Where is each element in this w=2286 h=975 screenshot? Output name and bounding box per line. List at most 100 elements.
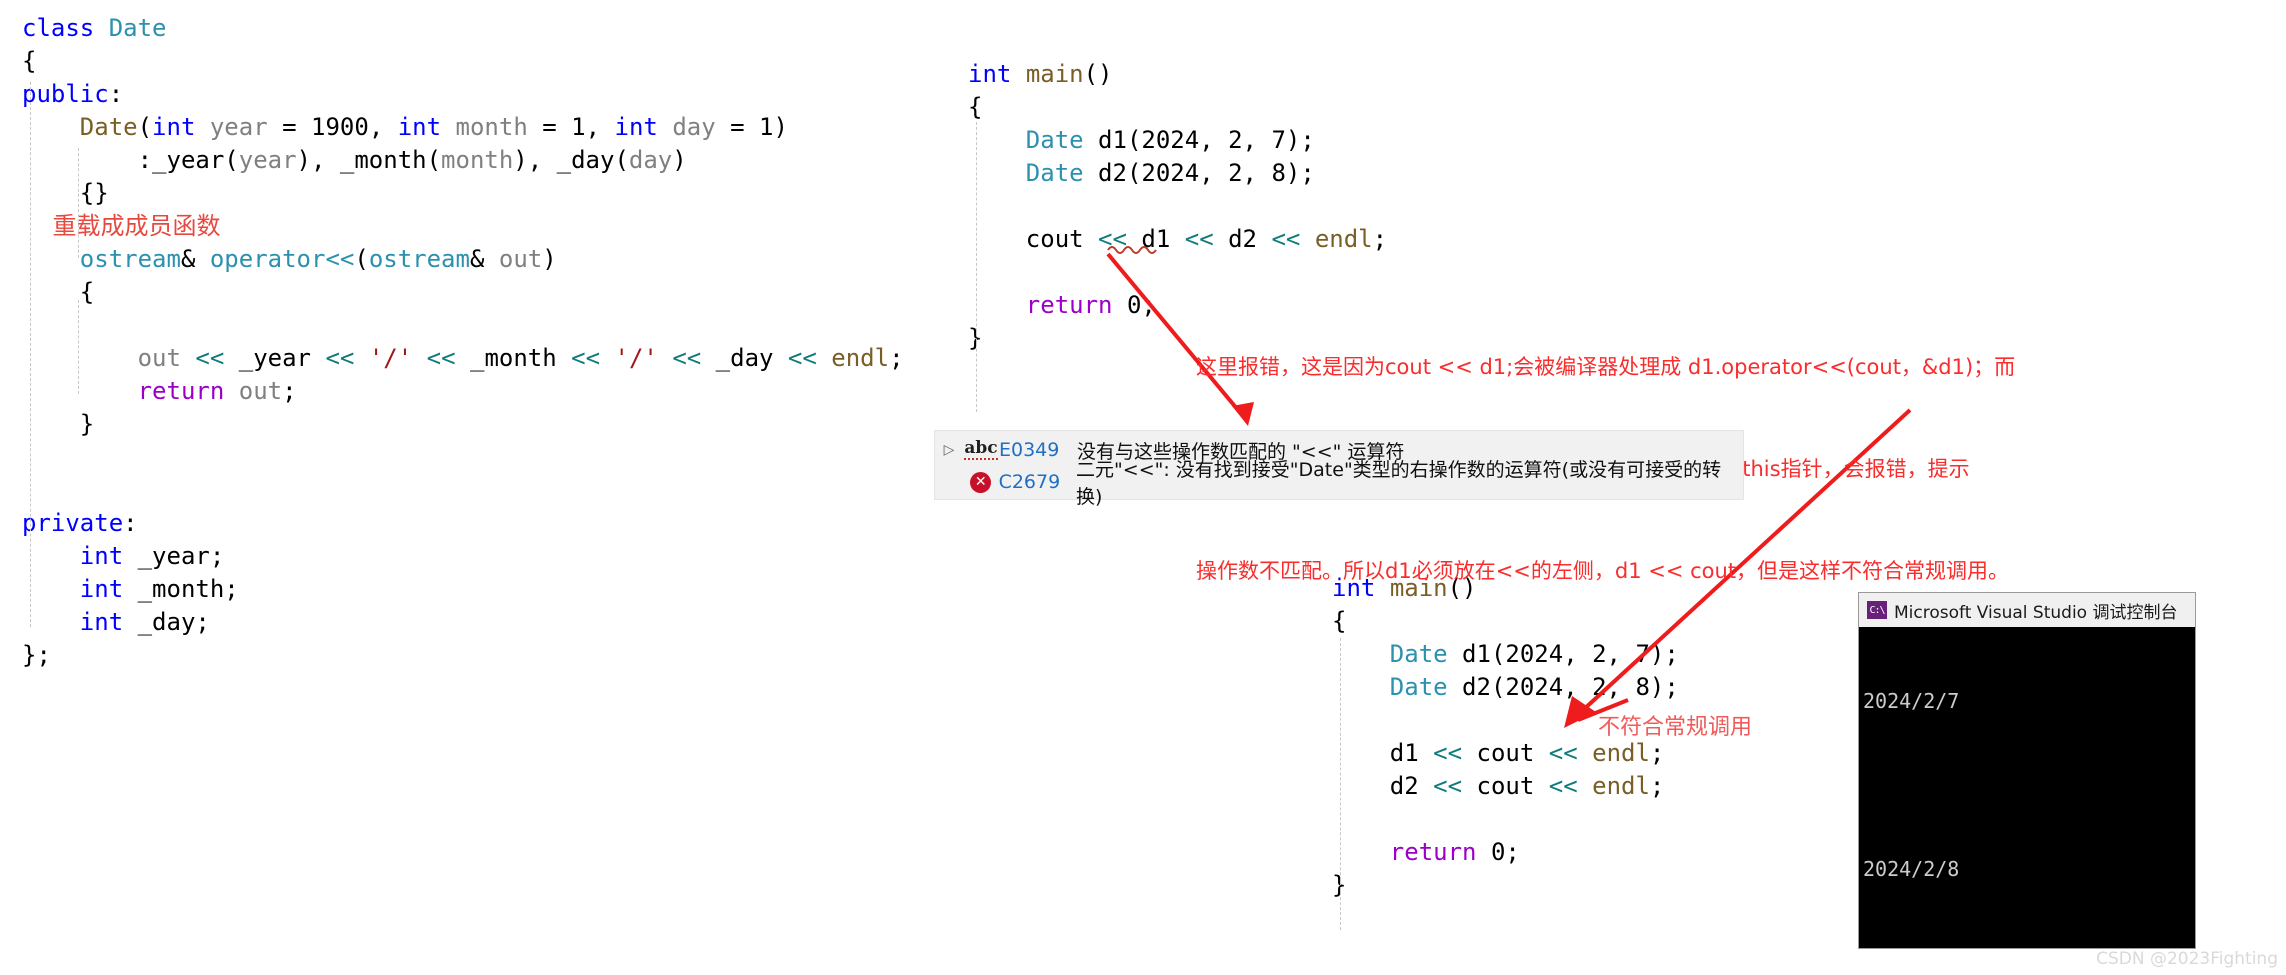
code-token: cout: [968, 225, 1099, 253]
code-token: ), _month(: [296, 146, 442, 174]
code-token: out: [238, 377, 283, 405]
left-code-line: return out;: [22, 375, 904, 408]
code-token: =: [715, 113, 760, 141]
code-token: <<: [1548, 739, 1578, 767]
console-output: 2024/2/7 2024/2/8 D:\C C++\c++\cplus-plu…: [1859, 627, 2195, 948]
code-token: =: [527, 113, 572, 141]
code-token: int: [614, 113, 658, 141]
code-token: cout: [1462, 739, 1549, 767]
left-code-line: {: [22, 276, 904, 309]
code-token: :: [123, 509, 138, 537]
code-token: month: [455, 113, 528, 141]
code-token: _month: [455, 344, 572, 372]
code-token: endl: [1314, 225, 1373, 253]
code-token: ): [773, 113, 788, 141]
left-code-line: {}: [22, 177, 904, 210]
indent-guide-left-1: [30, 82, 31, 627]
code-token: month: [441, 146, 514, 174]
code-token: ;: [1649, 772, 1665, 800]
bottom-right-code-line: d2 << cout << endl;: [1332, 770, 1679, 803]
code-token: <<: [787, 344, 817, 372]
left-code-line: [22, 474, 904, 507]
console-title-bar[interactable]: C:\ Microsoft Visual Studio 调试控制台: [1859, 593, 2195, 627]
code-token: {: [22, 278, 95, 306]
code-token: int: [79, 608, 124, 636]
left-code-line: Date(int year = 1900, int month = 1, int…: [22, 111, 904, 144]
code-token: 1: [571, 113, 586, 141]
code-token: ;: [1649, 739, 1665, 767]
code-token: (: [137, 113, 153, 141]
code-token: '/': [614, 344, 658, 372]
code-token: Date: [79, 113, 138, 141]
bottom-right-code-line: return 0;: [1332, 836, 1679, 869]
code-token: Date: [1389, 673, 1448, 701]
code-token: };: [22, 641, 51, 669]
code-token: <<: [1098, 225, 1127, 253]
console-window[interactable]: C:\ Microsoft Visual Studio 调试控制台 2024/2…: [1858, 592, 2196, 949]
code-token: 0: [1126, 291, 1142, 319]
indent-guide-left-2: [78, 148, 79, 258]
code-token: 7: [1271, 126, 1286, 154]
code-token: );: [1649, 673, 1679, 701]
error-code: E0349: [999, 439, 1060, 461]
code-token: ,: [585, 113, 615, 141]
code-token: endl: [831, 344, 890, 372]
code-token: ostream: [368, 245, 470, 273]
top-right-code-line: {: [968, 91, 1387, 124]
left-code-line: out << _year << '/' << _month << '/' << …: [22, 342, 904, 375]
code-token: ,: [1563, 640, 1593, 668]
code-token: operator<<: [209, 245, 355, 273]
code-token: int: [152, 113, 196, 141]
code-token: 2: [1592, 640, 1607, 668]
code-token: }: [22, 410, 95, 438]
code-token: int: [397, 113, 442, 141]
code-token: int: [968, 60, 1012, 88]
code-token: <<: [1548, 772, 1578, 800]
code-token: return: [1025, 291, 1113, 319]
console-title-text: Microsoft Visual Studio 调试控制台: [1894, 602, 2178, 623]
code-token: );: [1285, 159, 1315, 187]
x-glyph: ✕: [970, 471, 992, 493]
error-message: 二元"<<": 没有找到接受"Date"类型的右操作数的运算符(或没有可接受的转…: [1076, 459, 1722, 508]
code-token: ;: [889, 344, 904, 372]
code-token: {: [22, 47, 37, 75]
code-token: Date: [108, 14, 167, 42]
top-right-code-line: Date d2(2024, 2, 8);: [968, 157, 1387, 190]
left-code-line: }: [22, 408, 904, 441]
code-token: <<: [571, 344, 601, 372]
left-code-line: int _year;: [22, 540, 904, 573]
code-token: d2: [1332, 772, 1434, 800]
left-code-line: class Date: [22, 12, 904, 45]
code-token: out: [137, 344, 181, 372]
code-token: 2: [1228, 126, 1243, 154]
code-token: 8: [1271, 159, 1286, 187]
expand-chevron-icon[interactable]: ▷: [935, 442, 963, 458]
left-code-line: {: [22, 45, 904, 78]
code-token: ;: [282, 377, 297, 405]
code-token: Date: [1025, 159, 1084, 187]
bottom-right-code-line: Date d2(2024, 2, 8);: [1332, 671, 1679, 704]
annotation-line-1: 这里报错，这是因为cout << d1;会被编译器处理成 d1.operator…: [1196, 355, 2016, 379]
code-token: <<: [1271, 225, 1301, 253]
code-token: Date: [1025, 126, 1084, 154]
left-code-line: public:: [22, 78, 904, 111]
code-token: {: [968, 93, 983, 121]
annotation-small-label: 不符合常规调用: [1598, 715, 1753, 740]
code-token: 7: [1635, 640, 1650, 668]
error-list-panel[interactable]: ▷ abc E0349 没有与这些操作数匹配的 "<<" 运算符 ✕ C2679…: [934, 430, 1744, 508]
code-token: =: [267, 113, 312, 141]
left-code-line: };: [22, 639, 904, 672]
code-token: '/': [368, 344, 413, 372]
code-token: _year: [224, 344, 326, 372]
console-icon: C:\: [1867, 601, 1887, 619]
error-row-2[interactable]: ✕ C2679 二元"<<": 没有找到接受"Date"类型的右操作数的运算符(…: [935, 459, 1743, 508]
top-right-code-line: [968, 190, 1387, 223]
